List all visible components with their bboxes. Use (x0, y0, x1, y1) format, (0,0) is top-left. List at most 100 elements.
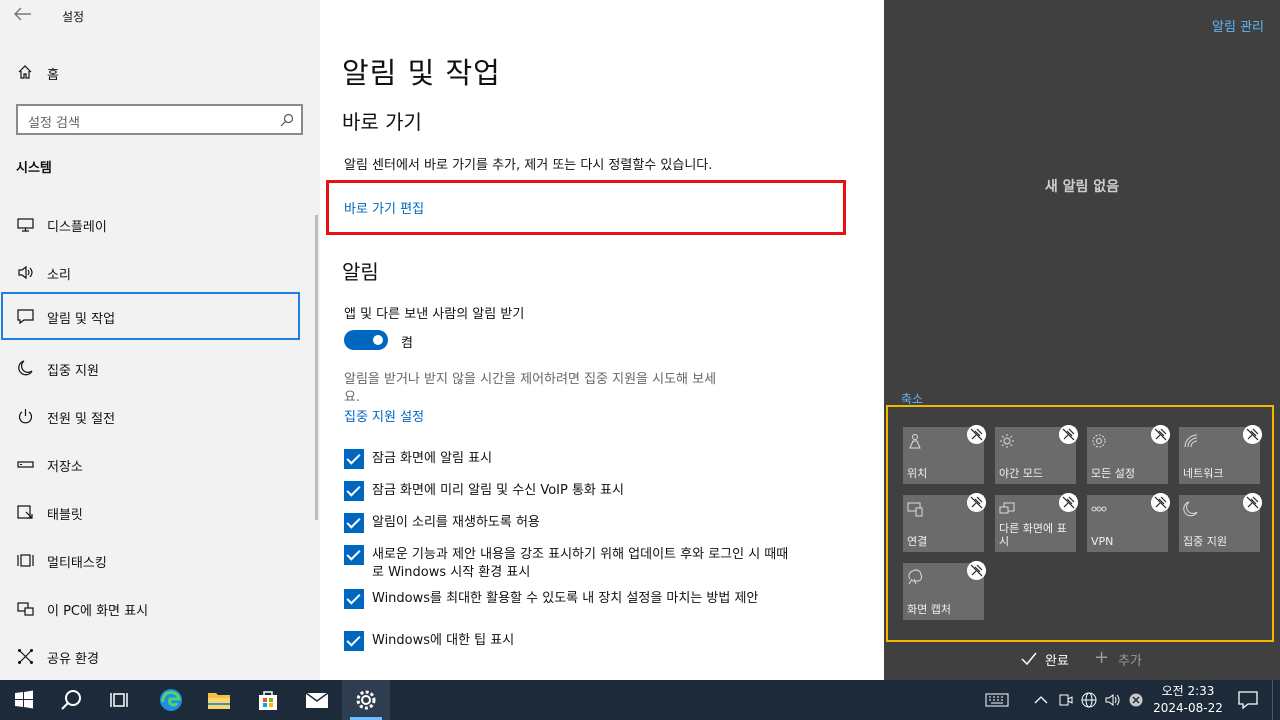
quick-action-label: 위치 (907, 467, 928, 480)
quick-action-label: 네트워크 (1183, 467, 1224, 480)
chevron-up-icon[interactable] (1033, 692, 1049, 708)
focus-description-line2: 요. (344, 390, 361, 405)
sidebar-item-label: 전원 및 절전 (47, 412, 116, 427)
sidebar-item-notifications[interactable]: 알림 및 작업 (1, 292, 300, 340)
toggle-state-label: 켬 (401, 336, 413, 351)
sidebar-item-focus-assist[interactable]: 집중 지원 (0, 346, 320, 390)
sidebar-item-storage[interactable]: 저장소 (0, 442, 320, 486)
action-center: 알림 관리 새 알림 없음 축소 위치 야간 모드 모든 설정 네트워크 연결 … (884, 0, 1280, 680)
store-button[interactable] (244, 680, 292, 720)
search-icon (61, 690, 81, 710)
quick-action-label: 다른 화면에 표시 (999, 522, 1067, 548)
edit-shortcuts-link[interactable]: 바로 가기 편집 (344, 198, 424, 217)
sidebar-scrollbar[interactable] (315, 215, 318, 520)
sidebar-item-project[interactable]: 이 PC에 화면 표시 (0, 586, 320, 630)
task-view-button[interactable] (96, 680, 144, 720)
sidebar-item-multitasking[interactable]: 멀티태스킹 (0, 538, 320, 582)
unpin-icon[interactable] (1151, 425, 1170, 444)
checkbox-label: 알림이 소리를 재생하도록 허용 (372, 515, 540, 530)
manage-notifications-link[interactable]: 알림 관리 (1212, 16, 1264, 35)
folder-icon (208, 693, 230, 709)
checkbox-checked[interactable] (344, 545, 364, 565)
speaker-icon (18, 265, 33, 280)
show-desktop-button[interactable] (1272, 680, 1280, 720)
unpin-icon[interactable] (1243, 493, 1262, 512)
location-icon (909, 434, 921, 449)
quick-action-focus-assist[interactable]: 집중 지원 (1179, 493, 1262, 552)
unpin-icon[interactable] (967, 561, 986, 580)
meet-now-icon[interactable] (1057, 692, 1073, 708)
sidebar-section-title: 시스템 (16, 161, 52, 176)
system-clock[interactable]: 오전 2:33 2024-08-22 (1148, 683, 1228, 717)
sidebar-item-label: 공유 환경 (47, 652, 99, 667)
quick-action-vpn[interactable]: VPN (1087, 493, 1170, 552)
taskbar: 오전 2:33 2024-08-22 (0, 680, 1280, 720)
clock-date: 2024-08-22 (1153, 701, 1223, 715)
sidebar-item-tablet[interactable]: 태블릿 (0, 490, 320, 534)
snip-icon (908, 569, 923, 585)
power-icon (18, 409, 33, 424)
unpin-icon[interactable] (1059, 493, 1078, 512)
volume-icon[interactable] (1105, 692, 1121, 708)
settings-button[interactable] (342, 680, 390, 720)
sidebar-item-shared[interactable]: 공유 환경 (0, 634, 320, 678)
sidebar-item-sound[interactable]: 소리 (0, 250, 320, 294)
quick-action-label: 야간 모드 (999, 467, 1043, 480)
mail-button[interactable] (293, 680, 341, 720)
checkbox-checked[interactable] (344, 481, 364, 501)
settings-search-input[interactable]: 설정 검색 (16, 104, 303, 135)
checkbox-label: 새로운 기능과 제안 내용을 강조 표시하기 위해 업데이트 후와 로그인 시 … (372, 547, 789, 580)
checkbox-checked[interactable] (344, 449, 364, 469)
clock-time: 오전 2:33 (1161, 684, 1215, 698)
focus-assist-settings-link[interactable]: 집중 지원 설정 (344, 406, 424, 425)
quick-action-label: 집중 지원 (1183, 535, 1227, 548)
quick-action-connect[interactable]: 연결 (903, 493, 986, 552)
project-icon (17, 602, 34, 616)
shortcuts-description: 알림 센터에서 바로 가기를 추가, 제거 또는 다시 정렬할수 있습니다. (344, 158, 713, 173)
unpin-icon[interactable] (1243, 425, 1262, 444)
search-button[interactable] (48, 680, 96, 720)
focus-description-line1: 알림을 받거나 받지 않을 시간을 제어하려면 집중 지원을 시도해 보세 (344, 372, 717, 387)
connect-icon (907, 502, 923, 517)
checkbox-checked[interactable] (344, 513, 364, 533)
unpin-icon[interactable] (967, 425, 986, 444)
notifications-toggle[interactable] (344, 330, 388, 350)
keyboard-icon[interactable] (985, 692, 1009, 708)
quick-action-night-light[interactable]: 야간 모드 (995, 425, 1078, 484)
home-icon (18, 65, 32, 79)
quick-action-network[interactable]: 네트워크 (1179, 425, 1262, 484)
back-arrow-icon (14, 7, 31, 21)
search-icon (280, 113, 294, 127)
unpin-icon[interactable] (1151, 493, 1170, 512)
no-notifications-text: 새 알림 없음 (1044, 179, 1120, 195)
checkbox-checked[interactable] (344, 631, 364, 651)
close-circle-icon[interactable] (1128, 692, 1144, 708)
checkbox-label: Windows에 대한 팁 표시 (372, 633, 515, 648)
sidebar-item-display[interactable]: 디스플레이 (0, 202, 320, 246)
back-button[interactable] (14, 6, 36, 26)
quick-action-screen-snip[interactable]: 화면 캡처 (903, 561, 986, 620)
gear-icon (356, 690, 376, 710)
file-explorer-button[interactable] (195, 680, 243, 720)
globe-network-icon[interactable] (1081, 692, 1097, 708)
checkbox-checked[interactable] (344, 589, 364, 609)
sidebar-home[interactable]: 홈 (0, 58, 320, 86)
edge-browser-button[interactable] (147, 680, 195, 720)
settings-sidebar: 설정 홈 설정 검색 시스템 디스플레이 소리 알림 및 작업 집중 지원 전원… (0, 0, 320, 680)
sidebar-home-label: 홈 (47, 68, 59, 83)
action-center-icon[interactable] (1238, 690, 1258, 710)
tablet-icon (17, 505, 33, 519)
start-button[interactable] (0, 680, 48, 720)
unpin-icon[interactable] (967, 493, 986, 512)
sidebar-item-power[interactable]: 전원 및 절전 (0, 394, 320, 438)
monitor-icon (17, 218, 34, 232)
storage-icon (17, 461, 34, 468)
quick-action-location[interactable]: 위치 (903, 425, 986, 484)
search-placeholder: 설정 검색 (28, 116, 80, 131)
settings-main: 알림 및 작업 바로 가기 알림 센터에서 바로 가기를 추가, 제거 또는 다… (320, 0, 884, 680)
quick-action-label: VPN (1091, 535, 1114, 548)
checkbox-label: 잠금 화면에 알림 표시 (372, 451, 493, 466)
unpin-icon[interactable] (1059, 425, 1078, 444)
quick-action-project[interactable]: 다른 화면에 표시 (995, 493, 1078, 552)
quick-action-all-settings[interactable]: 모든 설정 (1087, 425, 1170, 484)
